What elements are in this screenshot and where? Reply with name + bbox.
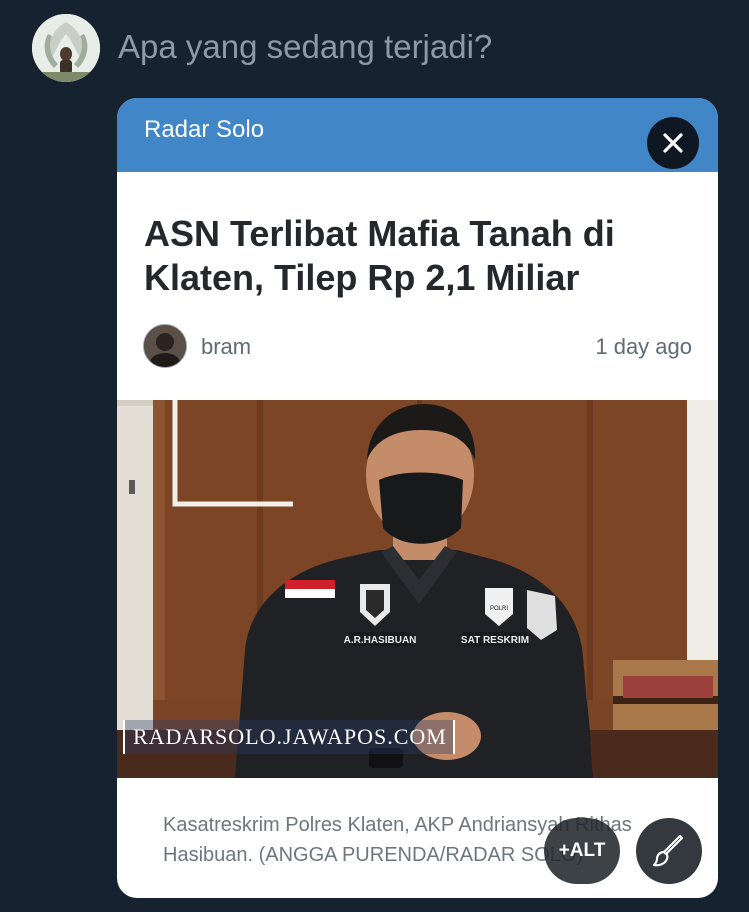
compose-placeholder[interactable]: Apa yang sedang terjadi? [118,28,492,66]
user-avatar[interactable] [32,14,100,82]
post-time: 1 day ago [595,334,692,359]
article-title[interactable]: ASN Terlibat Mafia Tanah di Klaten, Tile… [144,212,704,300]
edit-media-button[interactable] [636,818,702,884]
photo-unit-tag: SAT RESKRIM [461,635,529,646]
photo-name-tag: A.R.HASIBUAN [344,635,417,646]
photo-badge-text: POLRI [490,606,508,612]
link-preview-card: Radar Solo ASN Terlibat Mafia Tanah di K… [117,98,718,898]
card-source: Radar Solo [144,116,265,143]
close-icon [663,133,683,153]
card-header: Radar Solo [117,98,718,172]
author-name: bram [201,334,252,359]
close-button[interactable] [647,117,699,169]
article-photo: POLRI A.R.HASIBUAN SAT RESKRIM RADARSOLO… [117,400,718,778]
author-avatar-image [144,325,186,367]
add-alt-text-button[interactable]: +ALT [544,818,620,884]
paintbrush-icon [652,834,684,867]
user-avatar-image [32,14,100,82]
author-avatar [143,324,187,368]
photo-watermark: RADARSOLO.JAWAPOS.COM [123,720,455,754]
